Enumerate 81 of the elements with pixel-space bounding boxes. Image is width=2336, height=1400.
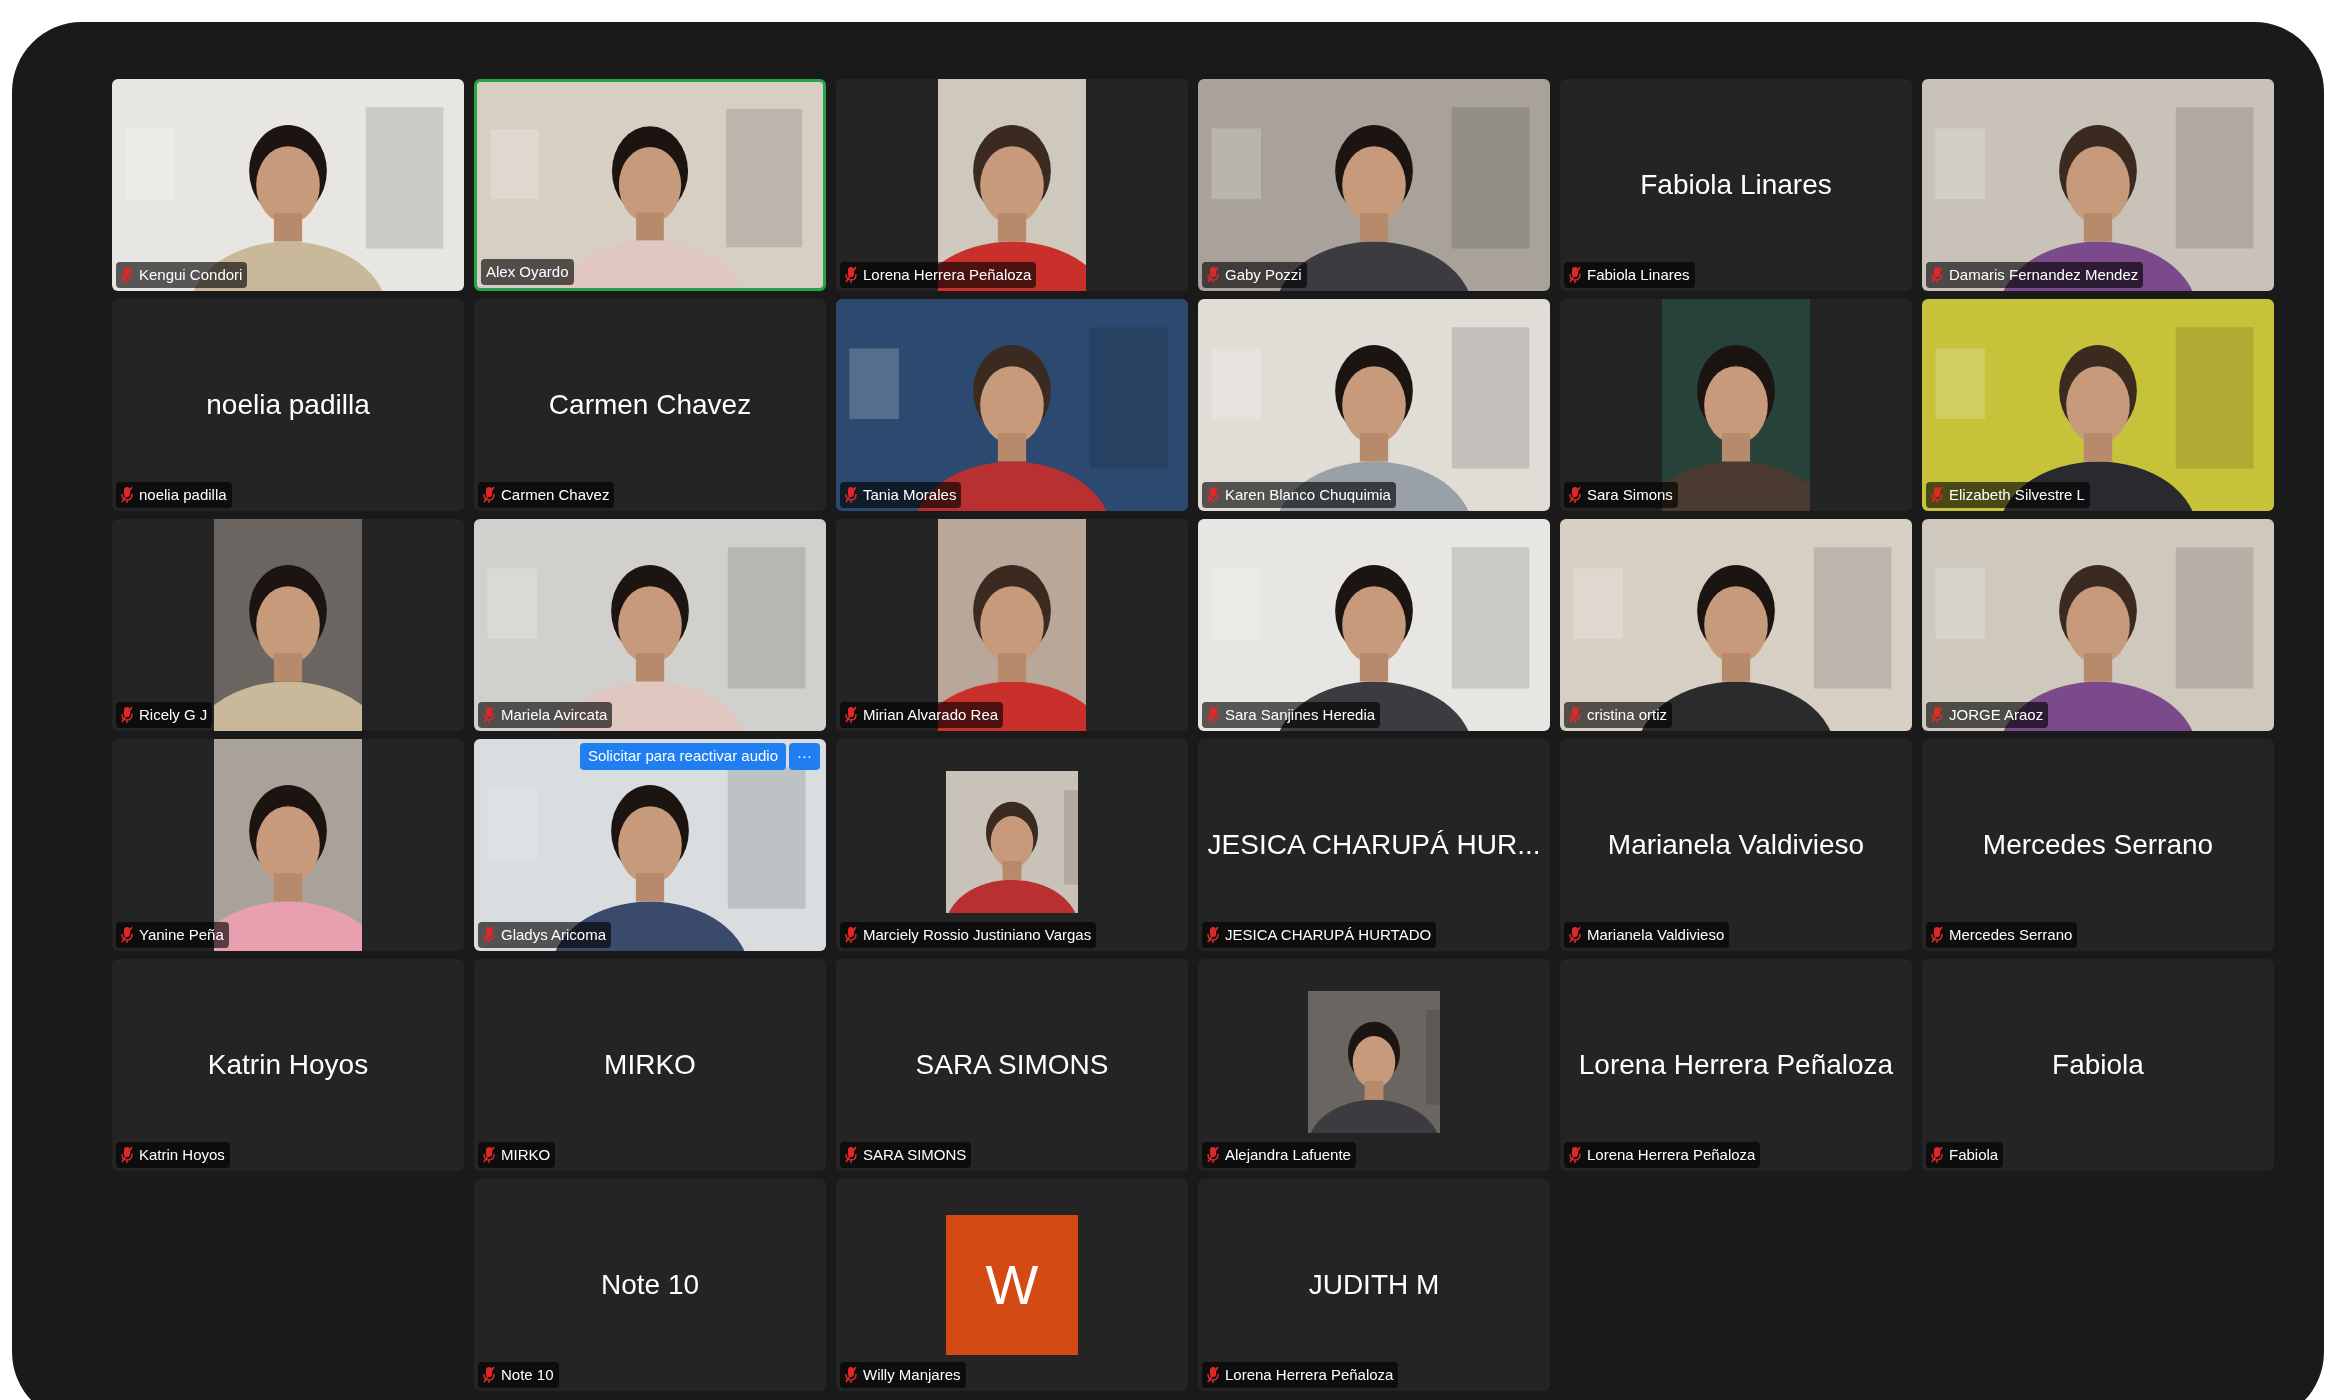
participant-name: Mercedes Serrano [1982,828,2214,862]
muted-microphone-icon [121,265,133,284]
muted-microphone-icon [1207,705,1219,724]
participant-label: Gaby Pozzi [1225,264,1302,285]
muted-microphone-icon [1207,1145,1219,1164]
participant-label: SARA SIMONS [863,1144,967,1165]
participant-name: JESICA CHARUPÁ HUR... [1207,828,1541,862]
participant-label: Gladys Aricoma [501,924,607,945]
muted-microphone-icon [483,485,495,504]
participant-label: Ricely G J [139,704,208,725]
participant-label: Karen Blanco Chuquimia [1225,484,1391,505]
participant-label: Lorena Herrera Peñaloza [863,264,1032,285]
participant-label: Lorena Herrera Peñaloza [1225,1364,1394,1385]
muted-microphone-icon [483,1145,495,1164]
muted-microphone-icon [1931,1145,1943,1164]
participant-label: Fabiola Linares [1587,264,1690,285]
muted-microphone-icon [845,1365,857,1384]
participant-label: Kengui Condori [139,264,243,285]
muted-microphone-icon [1569,485,1581,504]
more-button[interactable]: ··· [789,743,820,770]
muted-microphone-icon [1207,485,1219,504]
participant-label: Mirian Alvarado Rea [863,704,999,725]
avatar-letter: W [946,1215,1078,1355]
muted-microphone-icon [1207,1365,1219,1384]
muted-microphone-icon [483,925,495,944]
participant-label: Sara Sanjines Heredia [1225,704,1376,725]
muted-microphone-icon [1931,925,1943,944]
participant-label: Fabiola [1949,1144,1999,1165]
participant-name: MIRKO [604,1048,696,1082]
muted-microphone-icon [1931,265,1943,284]
participant-label: cristina ortiz [1587,704,1668,725]
muted-microphone-icon [121,925,133,944]
participant-label: JORGE Araoz [1949,704,2044,725]
muted-microphone-icon [845,705,857,724]
participant-label: Note 10 [501,1364,554,1385]
participant-label: Sara Simons [1587,484,1673,505]
muted-microphone-icon [1931,705,1943,724]
muted-microphone-icon [1569,1145,1581,1164]
muted-microphone-icon [1569,925,1581,944]
muted-microphone-icon [845,1145,857,1164]
muted-microphone-icon [1931,485,1943,504]
participant-label: Marianela Valdivieso [1587,924,1725,945]
participant-label: Mariela Avircata [501,704,608,725]
participant-name: JUDITH M [1308,1268,1440,1302]
participant-name: Fabiola Linares [1640,168,1832,202]
participant-label: MIRKO [501,1144,551,1165]
participant-label: Mercedes Serrano [1949,924,2073,945]
participant-name: Carmen Chavez [548,388,752,422]
participant-label: Yanine Peña [139,924,224,945]
participant-name: Katrin Hoyos [207,1048,369,1082]
participant-label: Carmen Chavez [501,484,610,505]
participant-name: SARA SIMONS [915,1048,1109,1082]
participant-name: noelia padilla [206,388,370,422]
participant-label: Marciely Rossio Justiniano Vargas [863,924,1092,945]
participant-label: Alejandra Lafuente [1225,1144,1351,1165]
muted-microphone-icon [121,705,133,724]
muted-microphone-icon [121,1145,133,1164]
muted-microphone-icon [483,1365,495,1384]
request-unmute-button[interactable]: Solicitar para reactivar audio [579,743,786,770]
muted-microphone-icon [845,485,857,504]
muted-microphone-icon [1569,705,1581,724]
participant-label: JESICA CHARUPÁ HURTADO [1225,924,1432,945]
muted-microphone-icon [483,705,495,724]
participant-label: Damaris Fernandez Mendez [1949,264,2139,285]
participant-label: Katrin Hoyos [139,1144,225,1165]
muted-microphone-icon [1207,265,1219,284]
muted-microphone-icon [1207,925,1219,944]
muted-microphone-icon [121,485,133,504]
participant-label: Willy Manjares [863,1364,961,1385]
participant-label: Alex Oyardo [486,261,569,282]
participant-name: Fabiola [2052,1048,2144,1082]
participant-label: Lorena Herrera Peñaloza [1587,1144,1756,1165]
participant-label: noelia padilla [139,484,227,505]
muted-microphone-icon [1569,265,1581,284]
participant-label: Tania Morales [863,484,957,505]
participant-name: Note 10 [600,1268,700,1302]
muted-microphone-icon [845,925,857,944]
participant-name: Lorena Herrera Peñaloza [1578,1048,1894,1082]
muted-microphone-icon [845,265,857,284]
participant-label: Elizabeth Silvestre L [1949,484,2085,505]
participant-name: Marianela Valdivieso [1607,828,1865,862]
